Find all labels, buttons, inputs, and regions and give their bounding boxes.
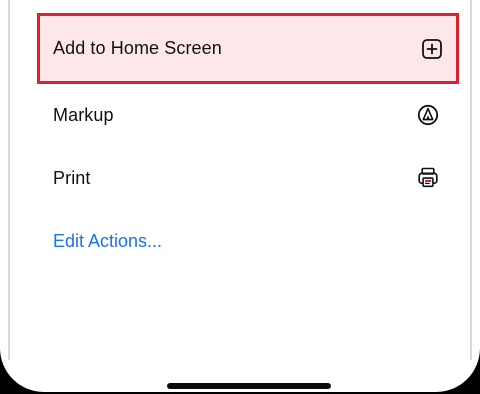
action-label-print: Print — [53, 167, 91, 188]
action-label-add-to-home-screen: Add to Home Screen — [53, 38, 222, 58]
sheet-left-border — [8, 0, 10, 360]
sheet-right-border — [470, 0, 472, 360]
action-label-markup: Markup — [53, 104, 114, 125]
home-indicator[interactable] — [167, 383, 331, 389]
add-to-home-screen-action[interactable]: Add to Home Screen — [37, 13, 459, 84]
print-action[interactable]: Print — [26, 143, 454, 213]
printer-icon — [416, 166, 440, 190]
markup-pen-icon — [416, 103, 440, 127]
markup-action[interactable]: Markup — [26, 80, 454, 150]
edit-actions-link[interactable]: Edit Actions... — [53, 231, 162, 252]
share-sheet: Add to Home Screen Markup Print Edit Act… — [0, 0, 480, 394]
plus-square-icon — [420, 37, 444, 61]
